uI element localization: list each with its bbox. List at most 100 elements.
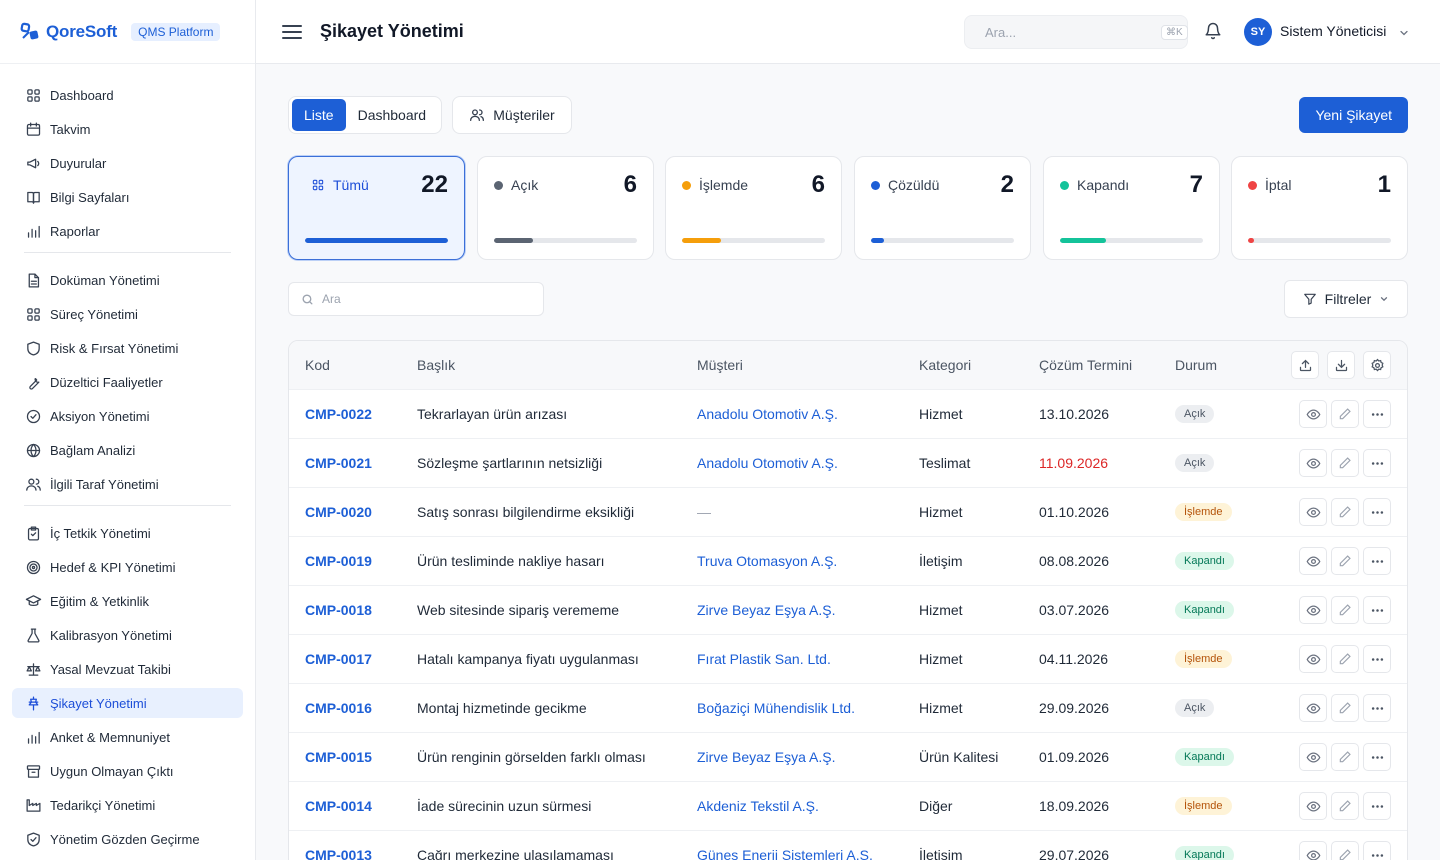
table-row[interactable]: CMP-0018 Web sitesinde sipariş verememe Zi… (289, 586, 1407, 635)
global-search-input[interactable] (985, 24, 1161, 40)
edit-pencil-icon[interactable] (1331, 792, 1359, 820)
customer-link[interactable]: Akdeniz Tekstil A.Ş. (697, 798, 819, 814)
status-card-cozuldu[interactable]: Çözüldü 2 (854, 156, 1031, 260)
sidebar-item-sikayet-yonetimi[interactable]: Şikayet Yönetimi (12, 688, 243, 718)
complaint-code-link[interactable]: CMP-0015 (305, 749, 372, 765)
complaint-code-link[interactable]: CMP-0018 (305, 602, 372, 618)
sidebar-item-kalibrasyon-yonetimi[interactable]: Kalibrasyon Yönetimi (12, 620, 243, 650)
user-name[interactable]: Sistem Yöneticisi (1280, 23, 1386, 39)
column-header-title[interactable]: Başlık (417, 341, 455, 389)
customer-link[interactable]: Anadolu Otomotiv A.Ş. (697, 455, 838, 471)
table-row[interactable]: CMP-0020 Satış sonrası bilgilendirme eksi… (289, 488, 1407, 537)
sidebar-item-risk-firsat-yonetimi[interactable]: Risk & Fırsat Yönetimi (12, 333, 243, 363)
more-options-icon[interactable] (1363, 694, 1391, 722)
view-eye-icon[interactable] (1299, 596, 1327, 624)
table-row[interactable]: CMP-0021 Sözleşme şartlarının netsizliği A… (289, 439, 1407, 488)
status-card-islemde[interactable]: İşlemde 6 (665, 156, 842, 260)
sidebar-item-duyurular[interactable]: Duyurular (12, 148, 243, 178)
new-complaint-button[interactable]: Yeni Şikayet (1299, 97, 1408, 133)
sidebar-item-egitim-yetkinlik[interactable]: Eğitim & Yetkinlik (12, 586, 243, 616)
sidebar-item-ic-tetkik-yonetimi[interactable]: İç Tetkik Yönetimi (12, 518, 243, 548)
edit-pencil-icon[interactable] (1331, 449, 1359, 477)
more-options-icon[interactable] (1363, 792, 1391, 820)
edit-pencil-icon[interactable] (1331, 498, 1359, 526)
edit-pencil-icon[interactable] (1331, 547, 1359, 575)
complaint-code-link[interactable]: CMP-0021 (305, 455, 372, 471)
view-option-dashboard[interactable]: Dashboard (346, 99, 439, 131)
view-eye-icon[interactable] (1299, 498, 1327, 526)
sidebar-item-uygun-olmayan-cikti[interactable]: Uygun Olmayan Çıktı (12, 756, 243, 786)
complaint-code-link[interactable]: CMP-0014 (305, 798, 372, 814)
complaint-code-link[interactable]: CMP-0017 (305, 651, 372, 667)
customer-link[interactable]: Güneş Enerji Sistemleri A.Ş. (697, 847, 873, 860)
table-row[interactable]: CMP-0017 Hatalı kampanya fiyatı uygulanma… (289, 635, 1407, 684)
logo[interactable]: QoreSoft (20, 22, 117, 42)
user-avatar[interactable]: SY (1244, 18, 1272, 46)
sidebar-item-tedarikci-yonetimi[interactable]: Tedarikçi Yönetimi (12, 790, 243, 820)
notifications-bell-icon[interactable] (1204, 22, 1222, 43)
table-row[interactable]: CMP-0015 Ürün renginin görselden farklı o… (289, 733, 1407, 782)
sidebar-item-yonetim-gozden-gecirme[interactable]: Yönetim Gözden Geçirme (12, 824, 243, 854)
sidebar-item-takvim[interactable]: Takvim (12, 114, 243, 144)
sidebar-item-dokuman-yonetimi[interactable]: Doküman Yönetimi (12, 265, 243, 295)
chevron-down-icon[interactable] (1398, 26, 1410, 42)
view-eye-icon[interactable] (1299, 743, 1327, 771)
sidebar-item-aksiyon-yonetimi[interactable]: Aksiyon Yönetimi (12, 401, 243, 431)
sidebar-item-anket-memnuniyet[interactable]: Anket & Memnuniyet (12, 722, 243, 752)
sidebar-item-dashboard[interactable]: Dashboard (12, 80, 243, 110)
more-options-icon[interactable] (1363, 547, 1391, 575)
edit-pencil-icon[interactable] (1331, 743, 1359, 771)
more-options-icon[interactable] (1363, 645, 1391, 673)
table-row[interactable]: CMP-0019 Ürün tesliminde nakliye hasarı Tr… (289, 537, 1407, 586)
more-options-icon[interactable] (1363, 743, 1391, 771)
edit-pencil-icon[interactable] (1331, 645, 1359, 673)
view-eye-icon[interactable] (1299, 449, 1327, 477)
complaint-code-link[interactable]: CMP-0019 (305, 553, 372, 569)
view-eye-icon[interactable] (1299, 400, 1327, 428)
sidebar-item-ilgili-taraf-yonetimi[interactable]: İlgili Taraf Yönetimi (12, 469, 243, 499)
customer-link[interactable]: Truva Otomasyon A.Ş. (697, 553, 837, 569)
list-search-input[interactable] (322, 292, 543, 306)
edit-pencil-icon[interactable] (1331, 400, 1359, 428)
view-eye-icon[interactable] (1299, 547, 1327, 575)
edit-pencil-icon[interactable] (1331, 596, 1359, 624)
customer-link[interactable]: Anadolu Otomotiv A.Ş. (697, 406, 838, 422)
more-options-icon[interactable] (1363, 449, 1391, 477)
table-row[interactable]: CMP-0022 Tekrarlayan ürün arızası Anadolu … (289, 390, 1407, 439)
column-header-status[interactable]: Durum (1175, 341, 1217, 389)
sidebar-item-yasal-mevzuat-takibi[interactable]: Yasal Mevzuat Takibi (12, 654, 243, 684)
complaint-code-link[interactable]: CMP-0020 (305, 504, 372, 520)
customers-button[interactable]: Müşteriler (452, 96, 572, 134)
customer-link[interactable]: Zirve Beyaz Eşya A.Ş. (697, 602, 836, 618)
gear-icon[interactable] (1363, 351, 1391, 379)
sidebar-item-bilgi-sayfalari[interactable]: Bilgi Sayfaları (12, 182, 243, 212)
sidebar-item-baglam-analizi[interactable]: Bağlam Analizi (12, 435, 243, 465)
more-options-icon[interactable] (1363, 400, 1391, 428)
more-options-icon[interactable] (1363, 498, 1391, 526)
menu-toggle-icon[interactable] (282, 24, 302, 39)
column-header-customer[interactable]: Müşteri (697, 341, 743, 389)
edit-pencil-icon[interactable] (1331, 694, 1359, 722)
status-card-tumu[interactable]: Tümü 22 (288, 156, 465, 260)
upload-icon[interactable] (1291, 351, 1319, 379)
sidebar-item-surec-yonetimi[interactable]: Süreç Yönetimi (12, 299, 243, 329)
table-row[interactable]: CMP-0014 İade sürecinin uzun sürmesi Akden… (289, 782, 1407, 831)
view-eye-icon[interactable] (1299, 694, 1327, 722)
view-eye-icon[interactable] (1299, 645, 1327, 673)
sidebar-item-raporlar[interactable]: Raporlar (12, 216, 243, 246)
status-card-kapandi[interactable]: Kapandı 7 (1043, 156, 1220, 260)
column-header-code[interactable]: Kod (305, 341, 330, 389)
view-option-list[interactable]: Liste (292, 99, 346, 131)
customer-link[interactable]: Fırat Plastik San. Ltd. (697, 651, 831, 667)
more-options-icon[interactable] (1363, 841, 1391, 860)
complaint-code-link[interactable]: CMP-0013 (305, 847, 372, 860)
table-row[interactable]: CMP-0013 Çağrı merkezine ulaşılamaması Gün… (289, 831, 1407, 860)
status-card-acik[interactable]: Açık 6 (477, 156, 654, 260)
table-row[interactable]: CMP-0016 Montaj hizmetinde gecikme Boğaziç… (289, 684, 1407, 733)
status-card-iptal[interactable]: İptal 1 (1231, 156, 1408, 260)
sidebar-item-hedef-kpi-yonetimi[interactable]: Hedef & KPI Yönetimi (12, 552, 243, 582)
column-header-category[interactable]: Kategori (919, 341, 971, 389)
view-eye-icon[interactable] (1299, 841, 1327, 860)
download-icon[interactable] (1327, 351, 1355, 379)
complaint-code-link[interactable]: CMP-0016 (305, 700, 372, 716)
